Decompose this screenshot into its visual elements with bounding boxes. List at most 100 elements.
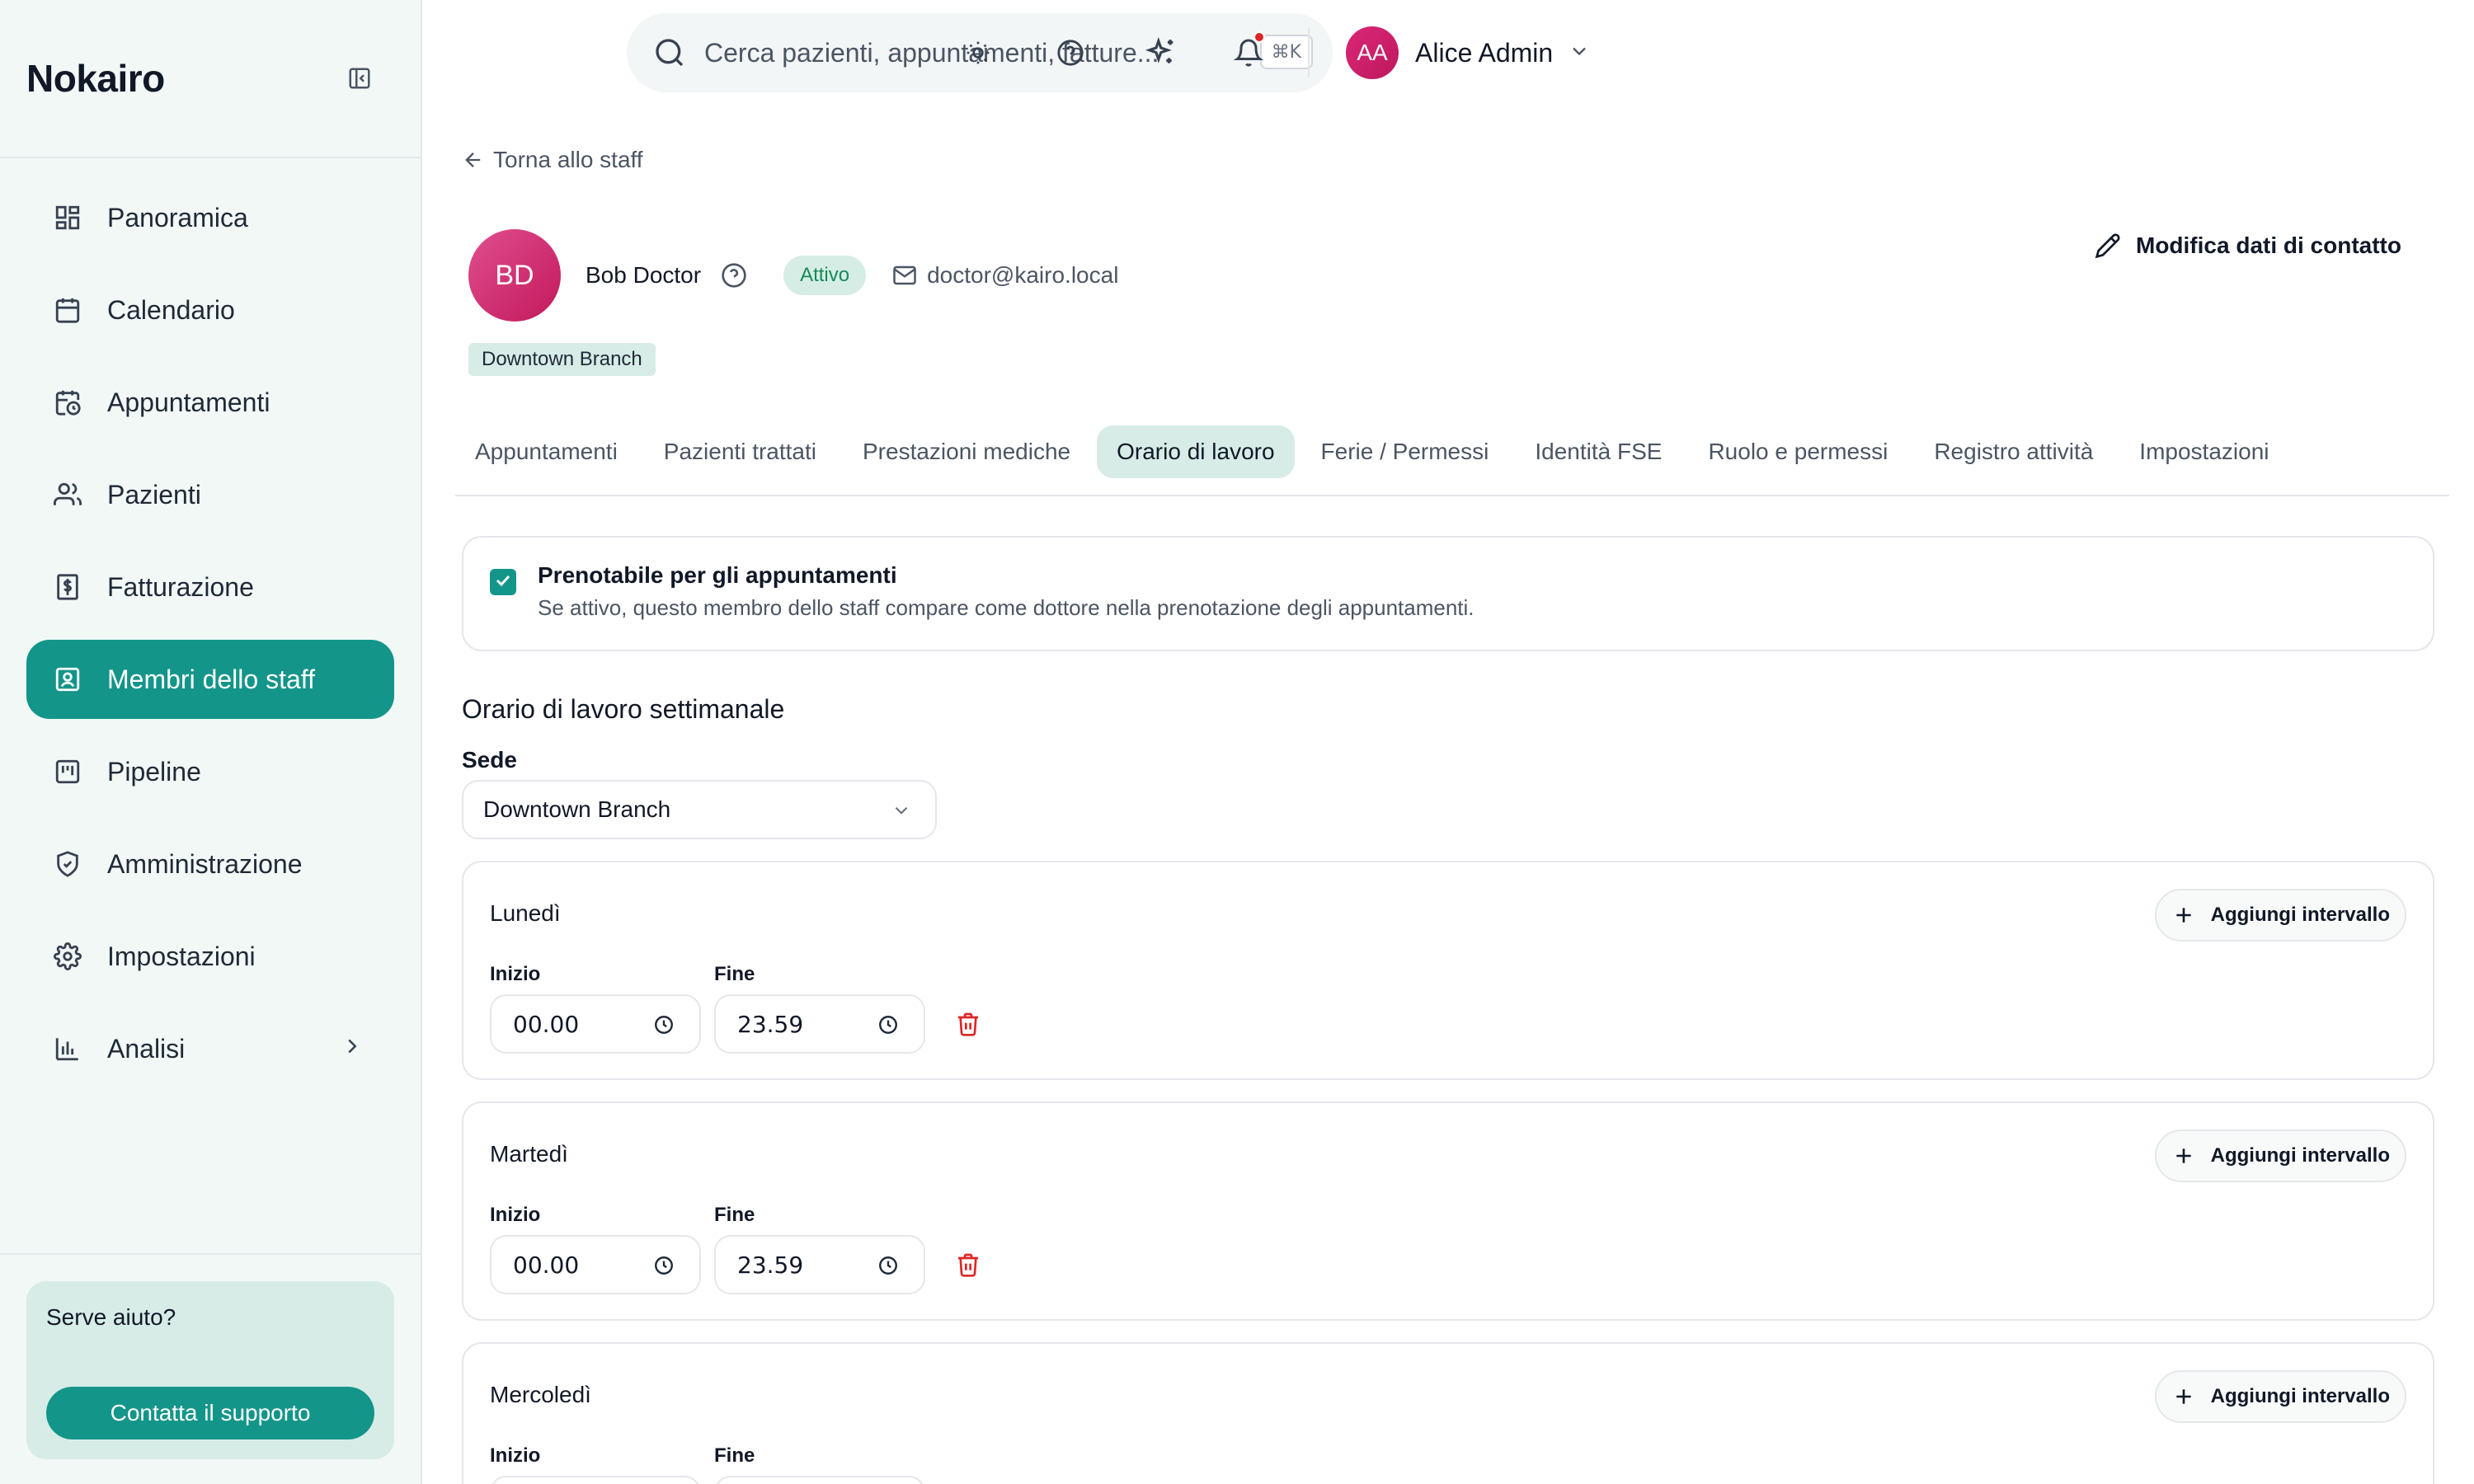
pencil-icon [2095,232,2121,259]
sidebar-item-label: Amministrazione [107,848,303,879]
contact-support-button[interactable]: Contatta il supporto [46,1387,374,1439]
sidebar-item-membri-dello-staff[interactable]: Membri dello staff [26,640,394,719]
day-card: Martedì Aggiungi intervallo Inizio Fine … [462,1101,2434,1321]
bookable-card: Prenotabile per gli appuntamenti Se atti… [462,536,2434,651]
search-input[interactable] [704,37,1166,68]
end-time-value: 23.59 [737,1010,804,1038]
edit-contact-button[interactable]: Modifica dati di contatto [2095,232,2401,259]
main-content: ⌘K AA Alice Admin Tor [422,0,2474,1484]
tab-appuntamenti[interactable]: Appuntamenti [455,425,637,478]
edit-contact-label: Modifica dati di contatto [2136,232,2401,258]
calendar-icon [53,295,82,325]
sparkles-icon[interactable] [1145,36,1178,69]
add-interval-label: Aggiungi intervallo [2210,1144,2390,1167]
sidebar-item-pazienti[interactable]: Pazienti [26,455,394,534]
check-icon [493,571,513,594]
sidebar: Nokairo Panoramica Calendario Appuntamen… [0,0,422,1484]
sidebar-item-fatturazione[interactable]: Fatturazione [26,547,394,627]
end-time-input[interactable]: 23.59 [714,994,925,1054]
sidebar-item-analisi[interactable]: Analisi [26,1009,394,1088]
trash-icon[interactable] [955,1011,981,1037]
tab-registro-attivita[interactable]: Registro attività [1914,425,2113,478]
start-time-input[interactable]: 00.00 [490,1235,701,1294]
sidebar-item-calendario[interactable]: Calendario [26,270,394,350]
collapse-sidebar-icon[interactable] [345,63,374,93]
profile-tabs: Appuntamenti Pazienti trattati Prestazio… [455,425,2449,496]
end-time-value: 23.59 [737,1251,804,1279]
tab-ferie-permessi[interactable]: Ferie / Permessi [1301,425,1509,478]
add-interval-label: Aggiungi intervallo [2210,904,2390,926]
day-name: Mercoledì [490,1382,591,1407]
doctor-email: doctor@kairo.local [927,262,1119,288]
branch-badge: Downtown Branch [468,343,656,376]
sidebar-item-label: Pipeline [107,756,201,787]
dashboard-icon [53,203,82,232]
sidebar-item-pipeline[interactable]: Pipeline [26,732,394,811]
invoice-icon [53,572,82,602]
back-to-staff-link[interactable]: Torna allo staff [462,147,643,173]
start-label: Inizio [490,963,541,985]
start-time-input[interactable] [490,1476,701,1484]
theme-toggle-icon[interactable] [962,36,995,69]
clock-icon [877,1255,899,1276]
tab-identita-fse[interactable]: Identità FSE [1515,425,1681,478]
sidebar-footer: Serve aiuto? Contatta il supporto [0,1253,421,1484]
clock-icon [877,1014,899,1036]
day-name: Lunedì [490,900,561,926]
add-interval-button[interactable]: Aggiungi intervallo [2154,1370,2406,1423]
day-name: Martedì [490,1141,568,1167]
gear-icon [53,942,82,971]
end-time-input[interactable] [714,1476,925,1484]
sidebar-item-label: Calendario [107,294,235,325]
profile-header: BD Bob Doctor Attivo doctor@kairo.local [468,229,1118,322]
sidebar-item-label: Membri dello staff [107,664,315,694]
user-name: Alice Admin [1415,37,1554,68]
search-shortcut-badge: ⌘K [1259,35,1313,69]
plus-icon [2173,1145,2194,1167]
tab-ruolo-e-permessi[interactable]: Ruolo e permessi [1688,425,1907,478]
bookable-title: Prenotabile per gli appuntamenti [538,562,897,588]
kanban-icon [53,757,82,787]
app-logo: Nokairo [26,57,165,100]
tab-impostazioni[interactable]: Impostazioni [2119,425,2288,478]
shield-icon [53,849,82,879]
trash-icon[interactable] [955,1252,981,1278]
tab-pazienti-trattati[interactable]: Pazienti trattati [644,425,836,478]
notification-dot [1253,31,1265,43]
search-icon [653,36,686,69]
add-interval-label: Aggiungi intervallo [2210,1385,2390,1407]
plus-icon [2173,1386,2194,1407]
mail-icon [892,263,917,288]
end-time-input[interactable]: 23.59 [714,1235,925,1294]
bookable-checkbox[interactable] [490,569,516,595]
start-label: Inizio [490,1204,541,1226]
clock-icon [653,1255,675,1276]
sidebar-item-amministrazione[interactable]: Amministrazione [26,824,394,904]
add-interval-button[interactable]: Aggiungi intervallo [2154,889,2406,942]
sidebar-item-label: Appuntamenti [107,387,270,417]
chevron-down-icon [891,800,912,821]
chevron-right-icon [340,1034,365,1065]
sidebar-item-appuntamenti[interactable]: Appuntamenti [26,363,394,442]
bell-icon[interactable] [1232,31,1265,69]
topbar: ⌘K AA Alice Admin [422,0,2474,107]
start-label: Inizio [490,1444,541,1467]
add-interval-button[interactable]: Aggiungi intervallo [2154,1129,2406,1182]
sidebar-item-impostazioni[interactable]: Impostazioni [26,917,394,996]
user-avatar: AA [1346,26,1399,79]
sidebar-header: Nokairo [0,0,421,158]
status-badge: Attivo [783,256,867,295]
location-select-value: Downtown Branch [483,796,671,822]
sidebar-item-panoramica[interactable]: Panoramica [26,178,394,257]
back-link-label: Torna allo staff [493,147,643,172]
question-circle-icon[interactable] [721,262,747,289]
tab-prestazioni-mediche[interactable]: Prestazioni mediche [843,425,1090,478]
end-label: Fine [714,1204,755,1226]
tab-orario-di-lavoro[interactable]: Orario di lavoro [1097,425,1295,478]
start-time-input[interactable]: 00.00 [490,994,701,1054]
users-icon [53,480,82,510]
user-menu[interactable]: AA Alice Admin [1346,26,1591,79]
end-label: Fine [714,1444,755,1467]
location-select[interactable]: Downtown Branch [462,780,937,839]
help-circle-icon[interactable] [1054,36,1087,69]
